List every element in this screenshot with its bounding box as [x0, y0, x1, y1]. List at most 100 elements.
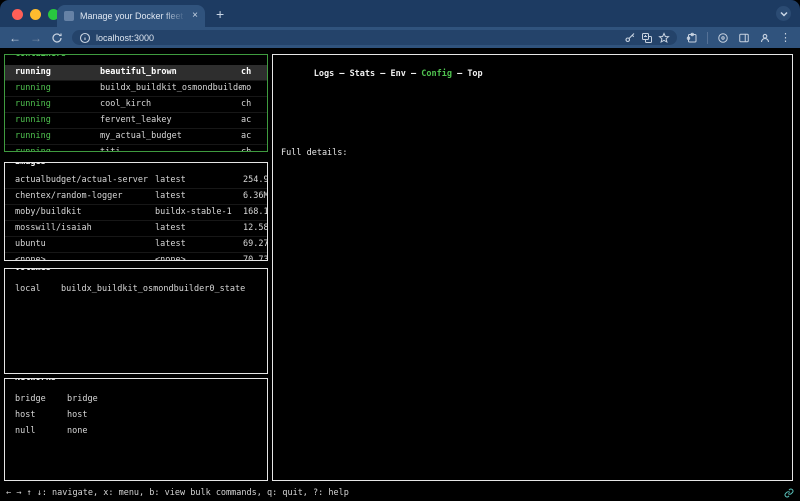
info-icon[interactable] — [79, 32, 91, 44]
tab-close-icon[interactable]: × — [192, 11, 198, 21]
browser-tab[interactable]: Manage your Docker fleet w × — [57, 5, 205, 27]
image-repo: ubuntu — [15, 237, 155, 252]
inspector-tab[interactable]: Config — [421, 69, 452, 79]
detail-line: Image: "sha256:5b771db46f4add301f04f0060… — [281, 465, 792, 481]
networks-panel-title: Networks — [12, 378, 59, 383]
forward-button[interactable]: → — [30, 32, 42, 44]
container-state: running — [15, 113, 100, 128]
container-state: running — [15, 129, 100, 144]
chevron-down-icon — [778, 8, 790, 20]
detail-line: Dead: false — [281, 369, 792, 385]
image-tag: latest — [155, 221, 243, 236]
browser-menu-button[interactable]: ⋮ — [780, 31, 791, 44]
container-row[interactable]: running buildx_buildkit_osmondbuilder0 m… — [5, 81, 267, 97]
volumes-panel[interactable]: Volumes local buildx_buildkit_osmondbuil… — [4, 268, 268, 374]
container-row[interactable]: running titi ch — [5, 145, 267, 152]
image-tag: latest — [155, 189, 243, 204]
summary-line: Image:chentex/random-logger:latest — [281, 97, 792, 113]
detail-line: OOMKilled: false — [281, 353, 792, 369]
tab-separator: — — [334, 69, 349, 79]
toolbar-divider — [707, 32, 708, 44]
sync-icon[interactable] — [717, 32, 729, 44]
volumes-panel-title: Volumes — [12, 268, 54, 273]
container-name: buildx_buildkit_osmondbuilder0 — [100, 81, 241, 96]
volume-row[interactable]: local buildx_buildkit_osmondbuilder0_sta… — [5, 281, 267, 297]
summary-line: Name:beautiful_brown — [281, 81, 792, 97]
bookmark-star-icon[interactable] — [658, 32, 670, 44]
side-panel-icon[interactable] — [738, 32, 750, 44]
detail-line: Status: "running" — [281, 289, 792, 305]
keybinding-hints: ← → ↑ ↓: navigate, x: menu, b: view bulk… — [6, 488, 349, 498]
status-bar: ← → ↑ ↓: navigate, x: menu, b: view bulk… — [0, 485, 800, 501]
image-row[interactable]: chentex/random-logger latest 6.36MB — [5, 189, 267, 205]
translate-icon[interactable] — [641, 32, 653, 44]
inspector-panel: Logs — Stats — Env — Config — Top ID:167… — [272, 54, 793, 481]
container-row[interactable]: running beautiful_brown ch — [5, 65, 267, 81]
inspector-tabs: Logs — Stats — Env — Config — Top — [280, 54, 486, 79]
password-key-icon[interactable] — [624, 32, 636, 44]
profile-icon[interactable] — [759, 32, 771, 44]
container-state: running — [15, 65, 100, 80]
image-row[interactable]: <none> <none> 70.73M — [5, 253, 267, 261]
url-text[interactable]: localhost:3000 — [96, 33, 154, 43]
container-image: mo — [241, 81, 251, 96]
container-row[interactable]: running fervent_leakey ac — [5, 113, 267, 129]
extensions-icon[interactable] — [686, 32, 698, 44]
browser-window: Manage your Docker fleet w × + ← → local… — [0, 0, 800, 501]
container-row[interactable]: running my_actual_budget ac — [5, 129, 267, 145]
network-driver: host — [15, 408, 67, 423]
image-repo: moby/buildkit — [15, 205, 155, 220]
image-repo: actualbudget/actual-server — [15, 173, 155, 188]
inspector-tab[interactable]: Top — [467, 69, 482, 79]
containers-panel[interactable]: Containers running beautiful_brown ch ru… — [4, 54, 268, 152]
network-row[interactable]: null none — [5, 423, 267, 439]
container-image: ch — [241, 145, 251, 152]
volume-driver: local — [15, 282, 61, 297]
inspector-details: Id: "16798fad3ee5d2f4d72a4c7c35eafd5b5d0… — [281, 177, 792, 481]
image-row[interactable]: mosswill/isaiah latest 12.58M — [5, 221, 267, 237]
network-row[interactable]: host host — [5, 407, 267, 423]
detail-line: State: — [281, 273, 792, 289]
inspector-tab[interactable]: Stats — [350, 69, 376, 79]
detail-line: Error: "" — [281, 417, 792, 433]
network-name: host — [67, 408, 87, 423]
detail-line: Created: "2023-12-10T00:21:41.938158712Z… — [281, 193, 792, 209]
reload-button[interactable] — [51, 32, 63, 44]
image-row[interactable]: actualbudget/actual-server latest 254.96 — [5, 173, 267, 189]
close-window-button[interactable] — [12, 9, 23, 20]
back-button[interactable]: ← — [9, 32, 21, 44]
networks-panel[interactable]: Networks bridge bridge host host null — [4, 378, 268, 481]
network-row[interactable]: bridge bridge — [5, 391, 267, 407]
detail-line: Pid: 47575 — [281, 385, 792, 401]
tab-search-button[interactable] — [776, 6, 791, 21]
image-size: 12.58M — [243, 221, 268, 236]
inspector-tab[interactable]: Env — [391, 69, 406, 79]
images-panel[interactable]: Images actualbudget/actual-server latest… — [4, 162, 268, 261]
new-tab-button[interactable]: + — [216, 6, 224, 22]
browser-chrome: Manage your Docker fleet w × + ← → local… — [0, 0, 800, 48]
image-tag: <none> — [155, 253, 243, 261]
container-image: ac — [241, 129, 251, 144]
container-name: beautiful_brown — [100, 65, 241, 80]
container-state: running — [15, 145, 100, 152]
container-image: ch — [241, 65, 251, 80]
inspector-tab-group: — Config — [406, 69, 452, 79]
image-row[interactable]: ubuntu latest 69.27M — [5, 237, 267, 253]
detail-line: Path: "/entrypoint.sh" — [281, 209, 792, 225]
container-name: fervent_leakey — [100, 113, 241, 128]
container-state: running — [15, 97, 100, 112]
image-row[interactable]: moby/buildkit buildx-stable-1 168.13 — [5, 205, 267, 221]
tab-title: Manage your Docker fleet w — [80, 11, 186, 21]
container-row[interactable]: running cool_kirch ch — [5, 97, 267, 113]
address-bar[interactable]: localhost:3000 — [72, 30, 677, 45]
detail-line: Paused: false — [281, 321, 792, 337]
detail-line: Args: — [281, 225, 792, 241]
tab-strip: Manage your Docker fleet w × + — [0, 0, 800, 27]
tab-separator: — — [375, 69, 390, 79]
minimize-window-button[interactable] — [30, 9, 41, 20]
detail-line: StartedAt: "2024-01-03T16:37:17.08599675… — [281, 433, 792, 449]
images-panel-title: Images — [12, 162, 49, 167]
images-list: actualbudget/actual-server latest 254.96… — [5, 163, 267, 261]
inspector-tab[interactable]: Logs — [314, 69, 334, 79]
network-name: bridge — [67, 392, 98, 407]
